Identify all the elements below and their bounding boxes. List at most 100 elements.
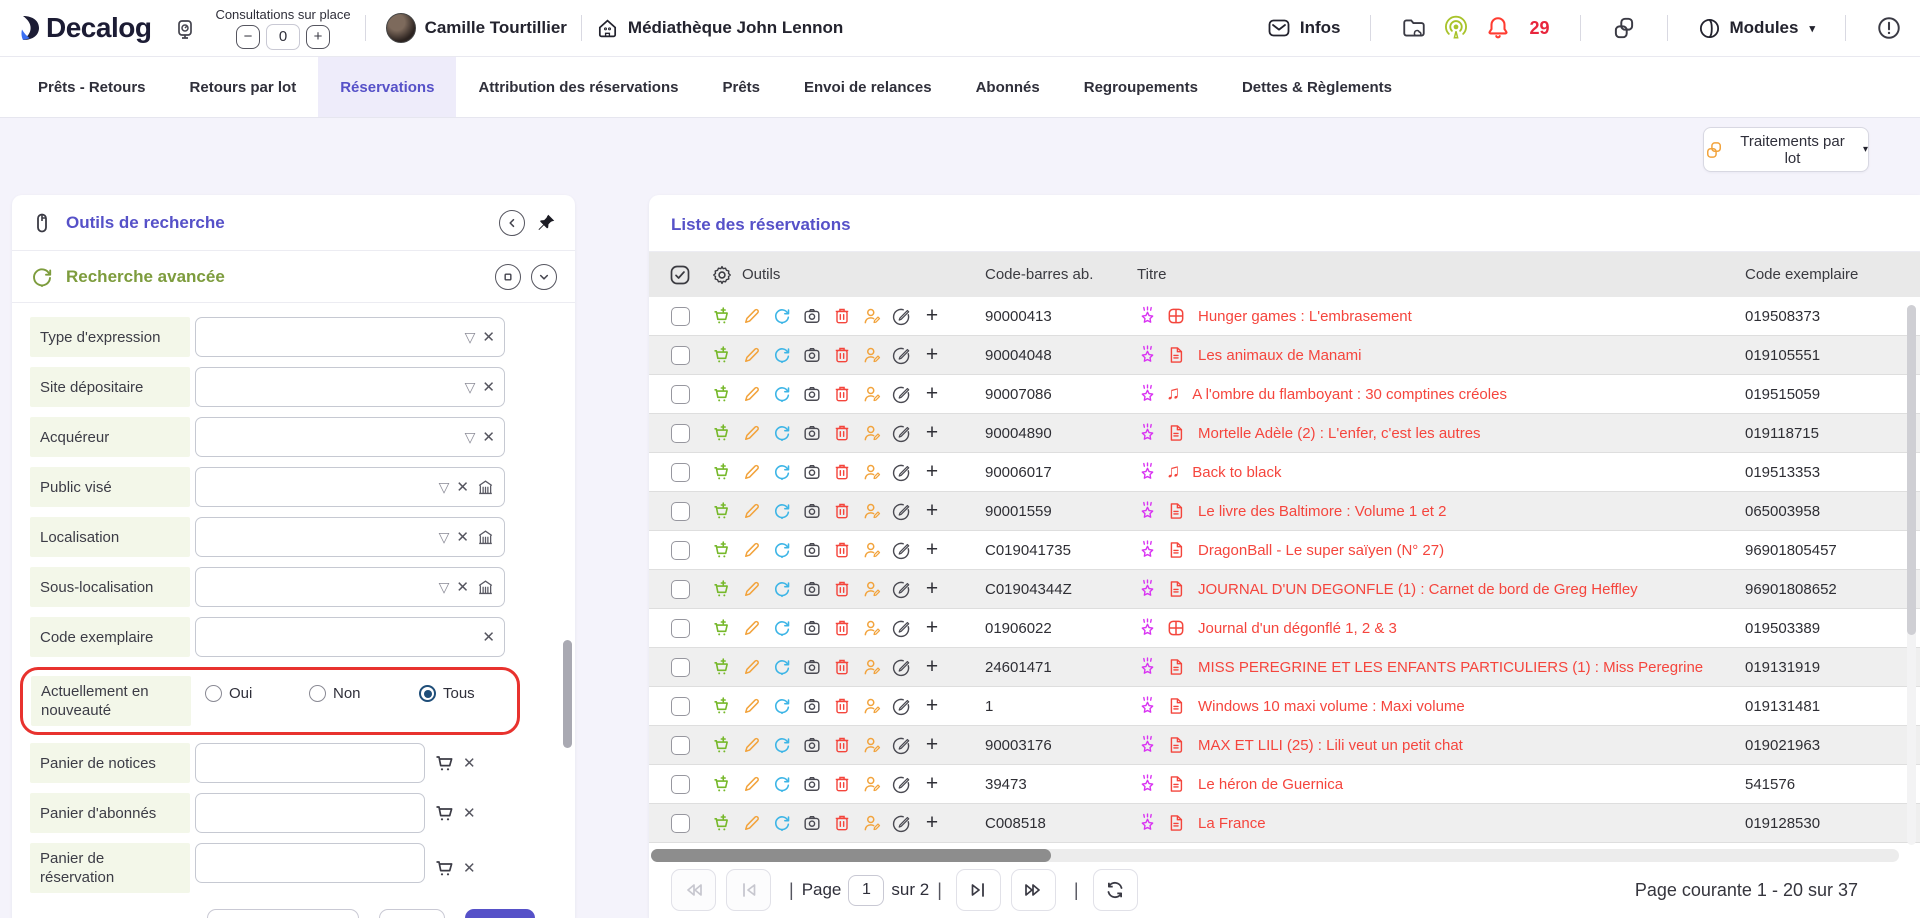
delete-trash-icon[interactable] (831, 812, 853, 834)
clear-field-icon[interactable]: ✕ (456, 578, 469, 596)
horizontal-scrollbar-track[interactable] (651, 849, 1899, 862)
row-title-link[interactable]: JOURNAL D'UN DEGONFLE (1) : Carnet de bo… (1198, 581, 1638, 598)
tab-dettes-r-glements[interactable]: Dettes & Règlements (1220, 57, 1414, 117)
add-plus-icon[interactable]: + (921, 305, 943, 327)
subscriber-edit-icon[interactable] (861, 344, 883, 366)
subscriber-edit-icon[interactable] (861, 383, 883, 405)
subscriber-edit-icon[interactable] (861, 539, 883, 561)
cart-add-icon[interactable] (711, 734, 733, 756)
notifications-bell-icon[interactable] (1485, 15, 1511, 41)
note-edit-icon[interactable] (891, 539, 913, 561)
renew-icon[interactable] (771, 383, 793, 405)
link-icon[interactable] (1611, 15, 1637, 41)
cart-add-icon[interactable] (711, 500, 733, 522)
row-checkbox[interactable] (671, 736, 690, 755)
note-edit-icon[interactable] (891, 617, 913, 639)
renew-icon[interactable] (771, 617, 793, 639)
row-checkbox[interactable] (671, 502, 690, 521)
first-page-button[interactable] (671, 869, 716, 911)
delete-trash-icon[interactable] (831, 617, 853, 639)
picker-icon[interactable]: ▽ (465, 379, 476, 396)
renew-icon[interactable] (771, 734, 793, 756)
acqu-reur-input[interactable] (195, 417, 505, 457)
note-edit-icon[interactable] (891, 773, 913, 795)
cart-add-icon[interactable] (711, 461, 733, 483)
cart-add-icon[interactable] (711, 422, 733, 444)
panier-de-r-servation-input[interactable] (195, 843, 425, 883)
cart-add-icon[interactable] (711, 695, 733, 717)
row-title-link[interactable]: Les animaux de Manami (1198, 347, 1361, 364)
consultations-value[interactable]: 0 (266, 24, 300, 50)
edit-pencil-icon[interactable] (741, 344, 763, 366)
picker-icon[interactable]: ▽ (465, 329, 476, 346)
delete-trash-icon[interactable] (831, 461, 853, 483)
tab-pr-ts-retours[interactable]: Prêts - Retours (16, 57, 168, 117)
camera-icon[interactable] (801, 734, 823, 756)
building-icon[interactable] (476, 478, 495, 497)
camera-icon[interactable] (801, 383, 823, 405)
subscriber-edit-icon[interactable] (861, 578, 883, 600)
camera-icon[interactable] (801, 422, 823, 444)
row-title-link[interactable]: La France (1198, 815, 1266, 832)
row-checkbox[interactable] (671, 346, 690, 365)
radio-button-icon[interactable] (419, 685, 436, 702)
camera-icon[interactable] (801, 539, 823, 561)
note-edit-icon[interactable] (891, 500, 913, 522)
camera-icon[interactable] (801, 656, 823, 678)
row-checkbox[interactable] (671, 580, 690, 599)
save-search-button[interactable]: Enregistrer (207, 909, 359, 918)
clear-field-icon[interactable]: ✕ (456, 478, 469, 496)
renew-icon[interactable] (771, 695, 793, 717)
delete-trash-icon[interactable] (831, 500, 853, 522)
refresh-list-button[interactable] (1093, 869, 1138, 911)
renew-icon[interactable] (771, 305, 793, 327)
edit-pencil-icon[interactable] (741, 578, 763, 600)
edit-pencil-icon[interactable] (741, 305, 763, 327)
current-user[interactable]: Camille Tourtillier (386, 13, 567, 43)
delete-trash-icon[interactable] (831, 695, 853, 717)
run-search-button[interactable] (465, 909, 535, 918)
picker-icon[interactable]: ▽ (439, 579, 450, 596)
tab-retours-par-lot[interactable]: Retours par lot (168, 57, 319, 117)
renew-icon[interactable] (771, 812, 793, 834)
camera-icon[interactable] (801, 812, 823, 834)
add-plus-icon[interactable]: + (921, 383, 943, 405)
cart-add-icon[interactable] (711, 305, 733, 327)
add-plus-icon[interactable]: + (921, 812, 943, 834)
panier-de-notices-input[interactable] (195, 743, 425, 783)
row-checkbox[interactable] (671, 814, 690, 833)
row-checkbox[interactable] (671, 385, 690, 404)
renew-icon[interactable] (771, 500, 793, 522)
delete-trash-icon[interactable] (831, 734, 853, 756)
delete-trash-icon[interactable] (831, 422, 853, 444)
row-checkbox[interactable] (671, 424, 690, 443)
subscriber-edit-icon[interactable] (861, 422, 883, 444)
delete-trash-icon[interactable] (831, 344, 853, 366)
horizontal-scrollbar-thumb[interactable] (651, 849, 1051, 862)
row-title-link[interactable]: Le héron de Guernica (1198, 776, 1343, 793)
row-checkbox[interactable] (671, 463, 690, 482)
row-checkbox[interactable] (671, 619, 690, 638)
radio-oui[interactable]: Oui (205, 685, 309, 702)
camera-icon[interactable] (801, 773, 823, 795)
edit-pencil-icon[interactable] (741, 734, 763, 756)
subscriber-edit-icon[interactable] (861, 500, 883, 522)
subscriber-edit-icon[interactable] (861, 812, 883, 834)
tab-abonn-s[interactable]: Abonnés (954, 57, 1062, 117)
sidebar-scrollbar[interactable] (563, 640, 572, 748)
subscriber-edit-icon[interactable] (861, 656, 883, 678)
row-title-link[interactable]: Le livre des Baltimore : Volume 1 et 2 (1198, 503, 1446, 520)
tab-r-servations[interactable]: Réservations (318, 57, 456, 117)
subscriber-edit-icon[interactable] (861, 461, 883, 483)
broadcast-icon[interactable] (1443, 15, 1469, 41)
notifications-count[interactable]: 29 (1529, 18, 1549, 39)
pin-icon[interactable] (535, 212, 557, 234)
add-plus-icon[interactable]: + (921, 344, 943, 366)
renew-icon[interactable] (771, 461, 793, 483)
note-edit-icon[interactable] (891, 344, 913, 366)
clear-field-icon[interactable]: ✕ (463, 859, 476, 877)
subscriber-edit-icon[interactable] (861, 305, 883, 327)
note-edit-icon[interactable] (891, 812, 913, 834)
tab-pr-ts[interactable]: Prêts (700, 57, 782, 117)
type-d-expression-input[interactable] (195, 317, 505, 357)
